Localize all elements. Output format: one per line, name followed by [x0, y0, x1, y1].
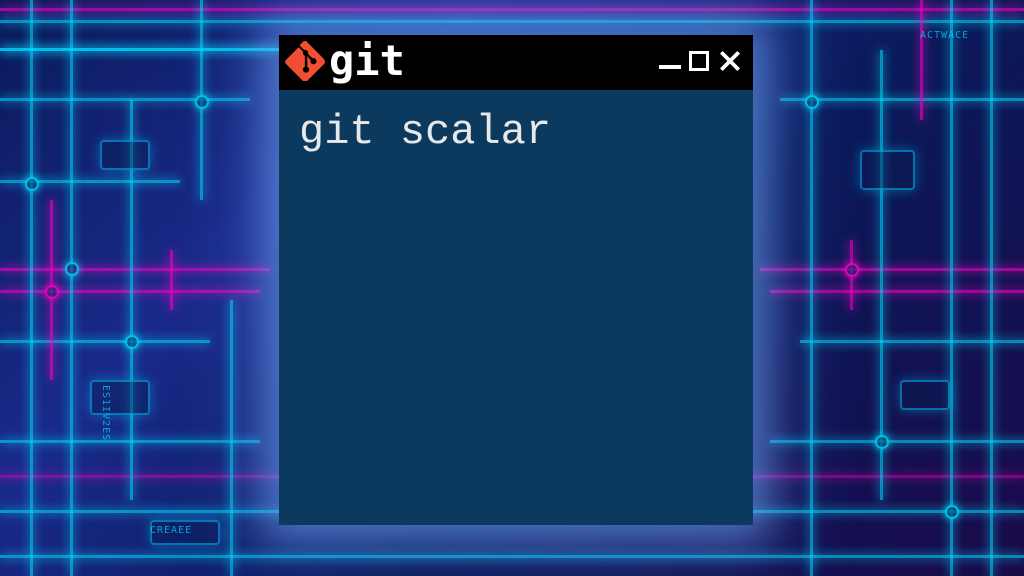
maximize-button[interactable] [689, 51, 709, 71]
terminal-body[interactable]: git scalar [279, 87, 753, 525]
command-line: git scalar [299, 108, 733, 156]
window-title: git [329, 40, 653, 82]
window-controls [659, 48, 743, 74]
close-button[interactable] [717, 48, 743, 74]
git-icon [285, 41, 325, 81]
titlebar[interactable]: git [279, 35, 753, 87]
minimize-button[interactable] [659, 65, 681, 69]
terminal-window: git git scalar [279, 35, 753, 525]
